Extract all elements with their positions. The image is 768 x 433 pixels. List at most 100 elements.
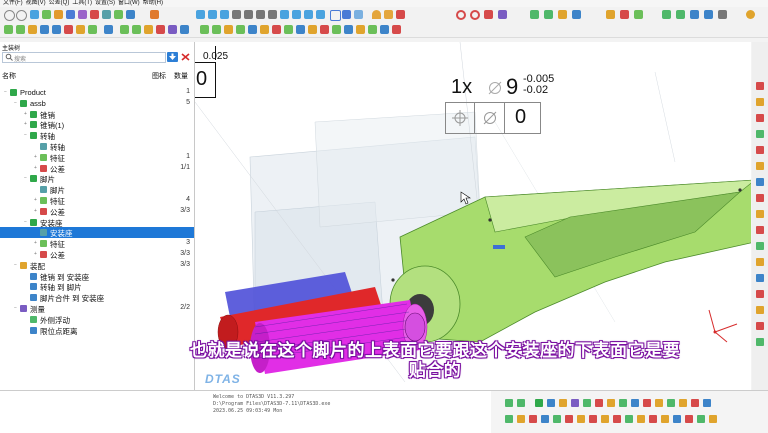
btool-9-icon[interactable] (607, 399, 615, 407)
btool-8-icon[interactable] (595, 399, 603, 407)
expand-toggle-icon[interactable]: + (34, 197, 37, 203)
view-right-icon[interactable] (304, 10, 313, 19)
btool-2-icon[interactable] (517, 399, 525, 407)
tool-r4-icon[interactable] (756, 130, 764, 138)
info-icon[interactable] (606, 10, 615, 19)
btool-23-icon[interactable] (565, 415, 573, 423)
tree-item[interactable]: 脚片 (0, 184, 194, 195)
tree-item[interactable]: − 安装座 (0, 217, 194, 228)
cube2-icon[interactable] (212, 25, 221, 34)
expand-toggle-icon[interactable]: + (24, 121, 27, 127)
expand-toggle-icon[interactable]: + (34, 154, 37, 160)
datum-icon[interactable] (90, 10, 99, 19)
arrow-icon[interactable] (104, 25, 113, 34)
cube16-icon[interactable] (380, 25, 389, 34)
btool-1-icon[interactable] (505, 399, 513, 407)
undo-icon[interactable] (4, 10, 15, 21)
check-icon[interactable] (634, 10, 643, 19)
tree-item[interactable]: 转轴 (0, 141, 194, 152)
tree-item[interactable]: + 公差 3/3 (0, 249, 194, 260)
cube13-icon[interactable] (344, 25, 353, 34)
search-clear-button[interactable] (180, 52, 191, 62)
btool-21-icon[interactable] (541, 415, 549, 423)
search-down-button[interactable] (167, 52, 178, 62)
chart3-icon[interactable] (558, 10, 567, 19)
ruler-icon[interactable] (384, 10, 393, 19)
menu-help[interactable]: 帮助(H) (143, 0, 163, 7)
btool-16-icon[interactable] (691, 399, 699, 407)
cube6-icon[interactable] (260, 25, 269, 34)
tool-r15-icon[interactable] (756, 306, 764, 314)
mate6-icon[interactable] (180, 25, 189, 34)
flag-icon[interactable] (484, 10, 493, 19)
btool-10-icon[interactable] (619, 399, 627, 407)
report-icon[interactable] (126, 10, 135, 19)
tree-item[interactable]: 锥销 到 安装座 (0, 271, 194, 282)
expand-toggle-icon[interactable]: − (4, 89, 7, 95)
expand-toggle-icon[interactable]: − (24, 132, 27, 138)
btool-14-icon[interactable] (667, 399, 675, 407)
btool-32-icon[interactable] (673, 415, 681, 423)
btool-17-icon[interactable] (703, 399, 711, 407)
tool-r13-icon[interactable] (756, 274, 764, 282)
analysis-icon[interactable] (114, 10, 123, 19)
tree-item[interactable]: 脚片合件 到 安装座 (0, 292, 194, 303)
btool-15-icon[interactable] (679, 399, 687, 407)
tree-item-selected[interactable]: 安装座 (0, 227, 194, 239)
tool-r14-icon[interactable] (756, 290, 764, 298)
print-icon[interactable] (718, 10, 727, 19)
btool-19-icon[interactable] (517, 415, 525, 423)
pan-icon[interactable] (232, 10, 241, 19)
tool-r6-icon[interactable] (756, 162, 764, 170)
expand-toggle-icon[interactable]: − (14, 100, 17, 106)
expand-toggle-icon[interactable]: + (34, 251, 37, 257)
btool-35-icon[interactable] (709, 415, 717, 423)
cube4-icon[interactable] (236, 25, 245, 34)
tree-item[interactable]: + 锥销 (0, 109, 194, 120)
save-icon[interactable] (704, 10, 713, 19)
menu-settings[interactable]: 设置(S) (95, 0, 115, 7)
btool-26-icon[interactable] (601, 415, 609, 423)
tree-item[interactable]: + 锥销(1) (0, 119, 194, 130)
select-icon[interactable] (30, 10, 39, 19)
view-top-icon[interactable] (220, 10, 229, 19)
mate-icon[interactable] (120, 25, 129, 34)
cube9-icon[interactable] (296, 25, 305, 34)
expand-toggle-icon[interactable]: + (34, 165, 37, 171)
btool-30-icon[interactable] (649, 415, 657, 423)
rotate-icon[interactable] (244, 10, 253, 19)
btool-25-icon[interactable] (589, 415, 597, 423)
cube17-icon[interactable] (392, 25, 401, 34)
axis-icon[interactable] (52, 25, 61, 34)
menu-tools[interactable]: 工具(T) (72, 0, 92, 7)
stop-icon[interactable] (470, 10, 480, 20)
menu-window[interactable]: 窗口(W) (118, 0, 140, 7)
wireframe-icon[interactable] (330, 10, 341, 21)
menu-view[interactable]: 视图(V) (26, 0, 46, 7)
cube11-icon[interactable] (320, 25, 329, 34)
btool-31-icon[interactable] (661, 415, 669, 423)
tool-r2-icon[interactable] (756, 98, 764, 106)
model-icon[interactable] (42, 10, 51, 19)
cube3-icon[interactable] (224, 25, 233, 34)
btool-29-icon[interactable] (637, 415, 645, 423)
tool-r1-icon[interactable] (756, 82, 764, 90)
cube7-icon[interactable] (272, 25, 281, 34)
slot-icon[interactable] (76, 25, 85, 34)
btool-28-icon[interactable] (625, 415, 633, 423)
mate4-icon[interactable] (156, 25, 165, 34)
point-icon[interactable] (64, 25, 73, 34)
edges-icon[interactable] (354, 10, 363, 19)
view-back-icon[interactable] (208, 10, 217, 19)
cube15-icon[interactable] (368, 25, 377, 34)
view-front-icon[interactable] (196, 10, 205, 19)
cube14-icon[interactable] (356, 25, 365, 34)
tolerance-icon[interactable] (66, 10, 75, 19)
view-left-icon[interactable] (292, 10, 301, 19)
cube5-icon[interactable] (248, 25, 257, 34)
box-icon[interactable] (498, 10, 507, 19)
chart-icon[interactable] (530, 10, 539, 19)
btool-18-icon[interactable] (505, 415, 513, 423)
tool-r11-icon[interactable] (756, 242, 764, 250)
btool-22-icon[interactable] (553, 415, 561, 423)
